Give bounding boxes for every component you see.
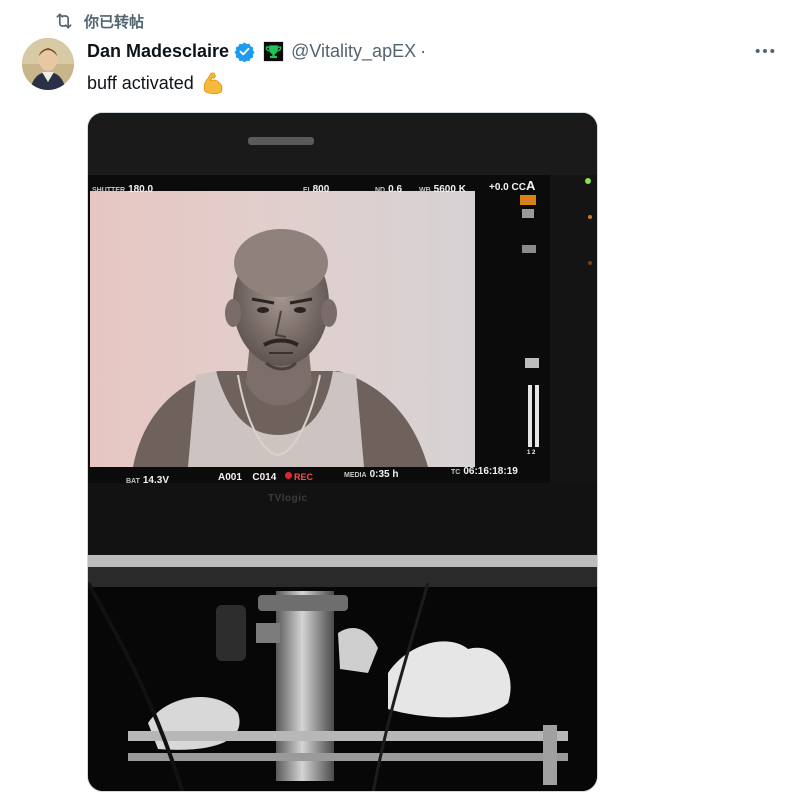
hud-nd: ND 0.6 [375, 180, 402, 196]
bat-value: 14.3V [142, 475, 170, 486]
ei-label: EI [303, 187, 310, 194]
monitor-photo [88, 113, 597, 791]
rec-label: REC [294, 472, 314, 482]
repost-icon [56, 13, 72, 29]
monitor-brand-logo: TVlogic [268, 493, 308, 504]
hud-ei: EI 800 [303, 180, 329, 196]
hud-reel: A001 C014 [218, 468, 276, 484]
hud-wb: WB 5600 K [419, 180, 466, 196]
more-icon [755, 48, 775, 54]
nd-label: ND [375, 187, 386, 194]
hud-rec: REC [285, 468, 313, 484]
wb-label: WB [419, 187, 431, 194]
tweet-media-image[interactable]: SHUTTER 180.0 EI 800 ND 0.6 WB 5600 K +0.0 C… [87, 112, 598, 792]
clip-value: C014 [252, 472, 277, 483]
repost-indicator: 你已转帖 [54, 10, 144, 32]
hud-shutter: SHUTTER 180.0 [92, 180, 153, 196]
shutter-value: 180.0 [128, 184, 154, 195]
trophy-badge-icon[interactable] [263, 41, 284, 62]
repost-label: 你已转帖 [84, 12, 145, 31]
media-value: 0:35 h [369, 469, 399, 480]
separator-dot: · [420, 40, 427, 61]
tweet-text: buff activated [87, 70, 226, 96]
shutter-label: SHUTTER [92, 187, 126, 194]
tc-label: TC [451, 469, 461, 476]
display-name[interactable]: Dan Madesclaire [87, 41, 229, 62]
hud-timecode: TC 06:16:18:19 [451, 462, 518, 478]
flexed-biceps-icon [203, 72, 223, 95]
cc-suffix: A [525, 178, 536, 193]
media-label: MEDIA [344, 472, 367, 479]
nd-value: 0.6 [388, 184, 403, 195]
avatar[interactable] [22, 38, 74, 90]
handle[interactable]: @Vitality_apEX [291, 41, 416, 62]
wb-value: 5600 K [433, 184, 466, 195]
hud-media: MEDIA 0:35 h [344, 465, 398, 481]
cc-value: +0.0 CC [489, 182, 526, 193]
verified-badge-icon [234, 41, 255, 62]
reel-value: A001 [218, 472, 242, 483]
more-button[interactable] [752, 40, 778, 62]
bat-label: BAT [126, 478, 140, 485]
tc-value: 06:16:18:19 [463, 466, 518, 477]
hud-battery: BAT 14.3V [126, 471, 169, 487]
ei-value: 800 [312, 184, 330, 195]
hud-cc: +0.0 CCA [489, 178, 535, 194]
tweet-header: Dan Madesclaire @Vitality_apEX · [87, 39, 426, 63]
rec-dot-icon [285, 472, 292, 480]
tweet-body: buff activated [87, 72, 194, 93]
hud-meter-labels: 1 2 [527, 450, 536, 456]
